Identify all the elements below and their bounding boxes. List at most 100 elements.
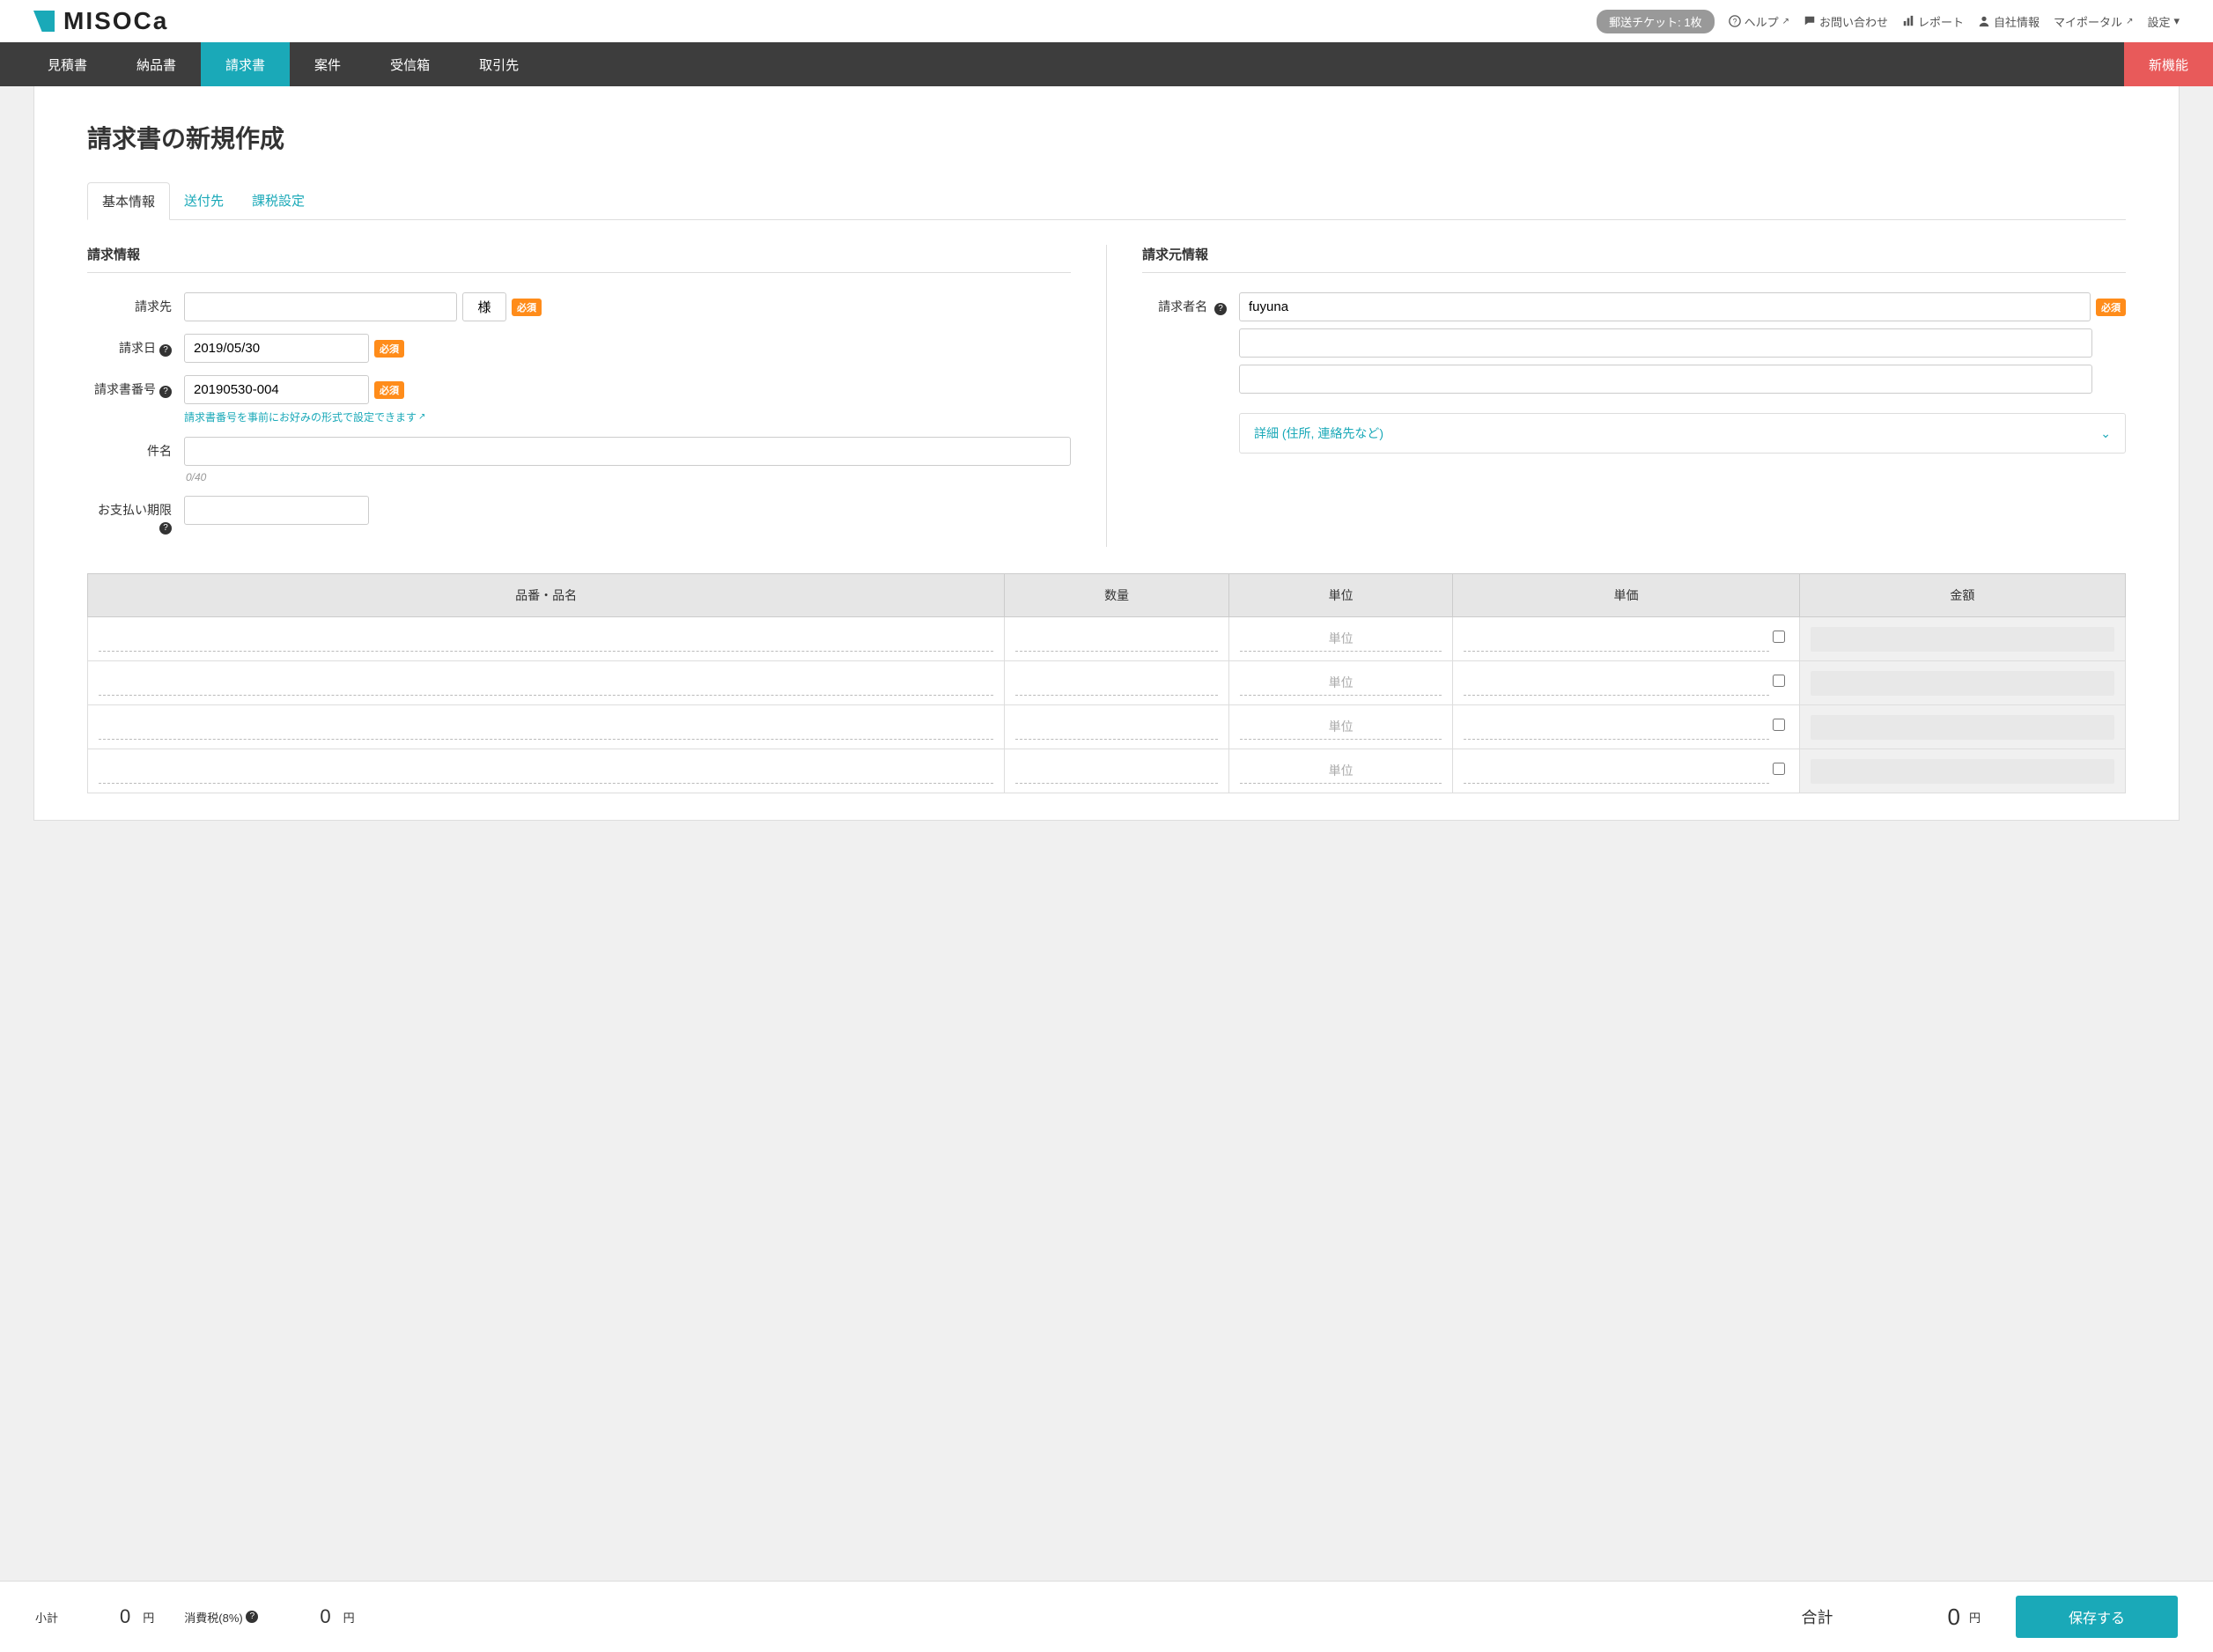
due-date-input[interactable] (184, 496, 369, 525)
label-bill-date: 請求日? (87, 334, 184, 357)
qty-input[interactable] (1015, 714, 1218, 740)
company-link[interactable]: 自社情報 (1978, 13, 2040, 30)
price-checkbox[interactable] (1773, 631, 1785, 643)
price-checkbox[interactable] (1773, 675, 1785, 687)
nav-project[interactable]: 案件 (290, 42, 365, 86)
nav-delivery[interactable]: 納品書 (112, 42, 201, 86)
page: 請求書の新規作成 基本情報 送付先 課税設定 請求情報 請求先 必須 請求日? … (33, 86, 2180, 821)
th-qty: 数量 (1005, 574, 1229, 617)
total-value: 0 (1948, 1604, 1960, 1631)
unit-input[interactable] (1240, 626, 1442, 652)
qty-input[interactable] (1015, 670, 1218, 696)
help-icon[interactable]: ? (159, 522, 172, 535)
tax-unit: 円 (343, 1609, 355, 1626)
unit-input[interactable] (1240, 758, 1442, 784)
settings-link[interactable]: 設定 ▾ (2147, 13, 2180, 30)
nav-inbox[interactable]: 受信箱 (365, 42, 454, 86)
nav-estimate[interactable]: 見積書 (23, 42, 112, 86)
row-sender-name: 請求者名 ? 必須 (1142, 292, 2126, 394)
price-input[interactable] (1464, 758, 1768, 784)
price-input[interactable] (1464, 714, 1768, 740)
th-item: 品番・品名 (88, 574, 1005, 617)
qty-input[interactable] (1015, 758, 1218, 784)
total-unit: 円 (1969, 1609, 1981, 1626)
price-input[interactable] (1464, 626, 1768, 652)
subtotal-unit: 円 (143, 1609, 154, 1626)
help-link[interactable]: ? ヘルプ ↗ (1729, 13, 1789, 30)
item-name-input[interactable] (99, 670, 993, 696)
user-icon (1978, 15, 1990, 27)
help-icon[interactable]: ? (159, 386, 172, 398)
subtotal-value: 0 (120, 1605, 130, 1628)
row-due: お支払い期限? (87, 496, 1071, 535)
item-name-input[interactable] (99, 714, 993, 740)
contact-link[interactable]: お問い合わせ (1804, 13, 1888, 30)
required-badge: 必須 (374, 381, 404, 399)
sender-extra-input-2[interactable] (1239, 365, 2092, 394)
row-subject: 件名 0/40 (87, 437, 1071, 483)
sender-extra-input-1[interactable] (1239, 328, 2092, 358)
th-unit: 単位 (1228, 574, 1453, 617)
required-badge: 必須 (512, 299, 542, 316)
th-price: 単価 (1453, 574, 1799, 617)
tabs: 基本情報 送付先 課税設定 (87, 181, 2126, 220)
subject-input[interactable] (184, 437, 1071, 466)
help-icon[interactable]: ? (1214, 303, 1227, 315)
help-icon: ? (1729, 15, 1741, 27)
bill-to-input[interactable] (184, 292, 457, 321)
bill-date-input[interactable] (184, 334, 369, 363)
form-columns: 請求情報 請求先 必須 請求日? 必須 請求書番号? (87, 245, 2126, 547)
tab-tax[interactable]: 課税設定 (238, 182, 319, 220)
price-checkbox[interactable] (1773, 763, 1785, 775)
item-name-input[interactable] (99, 626, 993, 652)
honorific-input[interactable] (462, 292, 506, 321)
svg-text:?: ? (1732, 18, 1737, 26)
tab-basic[interactable]: 基本情報 (87, 182, 170, 220)
row-detail-expand: 詳細 (住所, 連絡先など) ⌄ (1142, 406, 2126, 454)
label-sender-name: 請求者名 ? (1142, 292, 1239, 315)
nav-invoice[interactable]: 請求書 (201, 42, 290, 86)
table-row (88, 661, 2126, 705)
unit-input[interactable] (1240, 670, 1442, 696)
qty-input[interactable] (1015, 626, 1218, 652)
topbar-right: 郵送チケット: 1枚 ? ヘルプ ↗ お問い合わせ レポート 自社情報 マイポー… (1597, 10, 2180, 33)
required-badge: 必須 (374, 340, 404, 358)
billing-column: 請求情報 請求先 必須 請求日? 必須 請求書番号? (87, 245, 1071, 547)
price-checkbox[interactable] (1773, 719, 1785, 731)
detail-expand-button[interactable]: 詳細 (住所, 連絡先など) ⌄ (1239, 413, 2126, 454)
amount-display (1811, 759, 2114, 784)
tax-value: 0 (320, 1605, 330, 1628)
item-name-input[interactable] (99, 758, 993, 784)
page-title: 請求書の新規作成 (34, 86, 2179, 181)
chart-icon (1902, 15, 1914, 27)
unit-input[interactable] (1240, 714, 1442, 740)
row-bill-date: 請求日? 必須 (87, 334, 1071, 363)
report-link[interactable]: レポート (1902, 13, 1964, 30)
save-button[interactable]: 保存する (2016, 1596, 2178, 1638)
row-bill-to: 請求先 必須 (87, 292, 1071, 321)
logo-mark-icon (33, 11, 55, 32)
required-badge: 必須 (2096, 299, 2126, 316)
tab-destination[interactable]: 送付先 (170, 182, 238, 220)
help-icon[interactable]: ? (246, 1611, 258, 1623)
topbar: MISOCa 郵送チケット: 1枚 ? ヘルプ ↗ お問い合わせ レポート 自社… (0, 0, 2213, 42)
portal-link[interactable]: マイポータル ↗ (2054, 13, 2133, 30)
help-icon[interactable]: ? (159, 344, 172, 357)
column-divider (1106, 245, 1107, 547)
amount-display (1811, 715, 2114, 740)
row-invoice-no: 請求書番号? 必須 請求書番号を事前にお好みの形式で設定できます ↗ (87, 375, 1071, 424)
sender-section-title: 請求元情報 (1142, 245, 2126, 273)
external-link-icon: ↗ (1782, 17, 1789, 26)
nav-client[interactable]: 取引先 (454, 42, 543, 86)
nav-new-feature[interactable]: 新機能 (2124, 42, 2213, 86)
price-input[interactable] (1464, 670, 1768, 696)
total-label: 合計 (1802, 1605, 1833, 1628)
sender-name-input[interactable] (1239, 292, 2091, 321)
label-due: お支払い期限? (87, 496, 184, 535)
caret-down-icon: ▾ (2173, 14, 2180, 28)
label-invoice-no: 請求書番号? (87, 375, 184, 398)
invoice-no-input[interactable] (184, 375, 369, 404)
ticket-badge[interactable]: 郵送チケット: 1枚 (1597, 10, 1714, 33)
invoice-no-hint-link[interactable]: 請求書番号を事前にお好みの形式で設定できます ↗ (184, 409, 425, 424)
logo[interactable]: MISOCa (33, 7, 168, 35)
